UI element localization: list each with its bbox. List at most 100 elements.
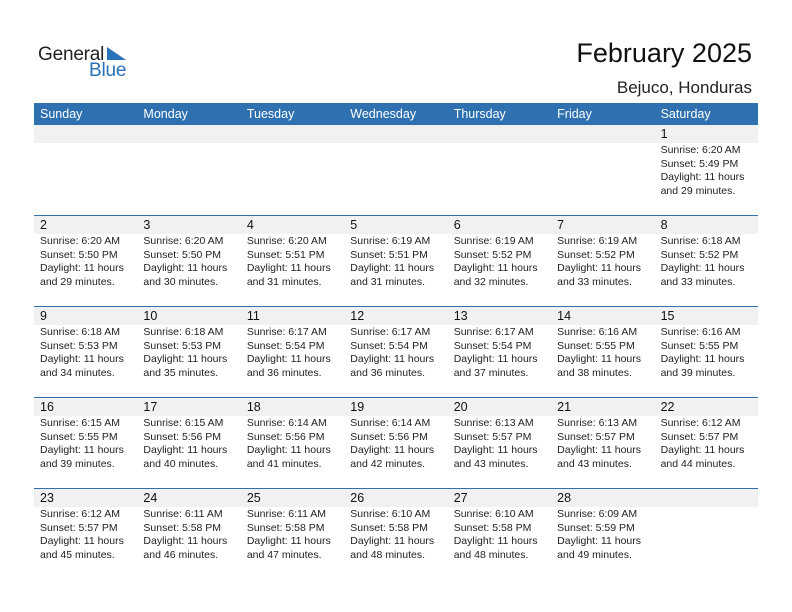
sunrise-time: Sunrise: 6:20 AM xyxy=(246,235,327,247)
daylight-minutes: and 30 minutes. xyxy=(143,275,219,288)
sunrise-time: Sunrise: 6:14 AM xyxy=(246,417,327,429)
day-number: 21 xyxy=(551,398,655,416)
sunrise-time: Sunrise: 6:15 AM xyxy=(40,417,120,429)
day-cell: 24 Sunrise: 6:11 AM Sunset: 5:58 PM Dayligh… xyxy=(137,489,241,579)
sunset-time: Sunset: 5:59 PM xyxy=(557,521,635,534)
sunset-time: Sunset: 5:53 PM xyxy=(143,339,222,352)
weekday-header: Sunday Monday Tuesday Wednesday Thursday… xyxy=(34,103,758,125)
daylight-minutes: and 48 minutes. xyxy=(453,548,529,561)
day-number xyxy=(34,125,138,143)
daylight-minutes: and 41 minutes. xyxy=(246,457,322,470)
sunrise-time: Sunrise: 6:09 AM xyxy=(557,508,638,520)
empty-day-cell xyxy=(137,125,241,215)
sunset-time: Sunset: 5:56 PM xyxy=(350,430,428,443)
daylight-hours: Daylight: 11 hours xyxy=(660,353,745,365)
day-cell: 1 Sunrise: 6:20 AM Sunset: 5:49 PM Daylight… xyxy=(654,125,758,215)
sunset-time: Sunset: 5:54 PM xyxy=(246,339,325,352)
daylight-hours: Daylight: 11 hours xyxy=(40,262,124,274)
day-cell: 21 Sunrise: 6:13 AM Sunset: 5:57 PM Dayligh… xyxy=(551,398,655,488)
sunset-time: Sunset: 5:58 PM xyxy=(246,521,325,534)
day-cell: 9 Sunrise: 6:18 AM Sunset: 5:53 PM Daylight… xyxy=(34,307,138,397)
day-number: 20 xyxy=(447,398,552,416)
day-cell: 23 Sunrise: 6:12 AM Sunset: 5:57 PM Dayligh… xyxy=(34,489,138,579)
daylight-minutes: and 43 minutes. xyxy=(557,457,632,470)
weekday-monday: Monday xyxy=(143,107,188,121)
calendar: Sunday Monday Tuesday Wednesday Thursday… xyxy=(34,103,758,579)
day-number: 11 xyxy=(240,307,345,325)
sun-info: Sunrise: 6:14 AM Sunset: 5:56 PM Daylight:… xyxy=(344,416,447,471)
day-number xyxy=(551,125,655,143)
sunset-time: Sunset: 5:57 PM xyxy=(660,430,739,443)
daylight-hours: Daylight: 11 hours xyxy=(660,171,745,183)
sun-info: Sunrise: 6:18 AM Sunset: 5:53 PM Daylight:… xyxy=(137,325,240,380)
daylight-minutes: and 47 minutes. xyxy=(246,548,322,561)
daylight-minutes: and 36 minutes. xyxy=(246,366,322,379)
sunrise-time: Sunrise: 6:18 AM xyxy=(143,326,224,338)
sunset-time: Sunset: 5:57 PM xyxy=(557,430,635,443)
daylight-hours: Daylight: 11 hours xyxy=(453,353,538,365)
daylight-hours: Daylight: 11 hours xyxy=(246,444,331,456)
daylight-hours: Daylight: 11 hours xyxy=(660,444,745,456)
sunrise-time: Sunrise: 6:13 AM xyxy=(557,417,638,429)
sunset-time: Sunset: 5:52 PM xyxy=(660,248,739,261)
day-cell: 26 Sunrise: 6:10 AM Sunset: 5:58 PM Dayligh… xyxy=(344,489,448,579)
day-cell: 8 Sunrise: 6:18 AM Sunset: 5:52 PM Daylight… xyxy=(654,216,758,306)
sunrise-time: Sunrise: 6:12 AM xyxy=(40,508,120,520)
day-number: 14 xyxy=(551,307,655,325)
sunrise-time: Sunrise: 6:17 AM xyxy=(246,326,327,338)
sunrise-time: Sunrise: 6:18 AM xyxy=(40,326,120,338)
sunset-time: Sunset: 5:51 PM xyxy=(350,248,428,261)
empty-day-cell xyxy=(447,125,552,215)
daylight-minutes: and 31 minutes. xyxy=(350,275,425,288)
day-number xyxy=(240,125,345,143)
sunset-time: Sunset: 5:54 PM xyxy=(350,339,428,352)
daylight-minutes: and 43 minutes. xyxy=(453,457,529,470)
day-number: 28 xyxy=(551,489,655,507)
daylight-hours: Daylight: 11 hours xyxy=(557,444,641,456)
weekday-saturday: Saturday xyxy=(660,107,711,121)
sunset-time: Sunset: 5:53 PM xyxy=(40,339,118,352)
day-cell: 10 Sunrise: 6:18 AM Sunset: 5:53 PM Dayligh… xyxy=(137,307,241,397)
day-number xyxy=(137,125,241,143)
daylight-minutes: and 35 minutes. xyxy=(143,366,219,379)
day-cell: 15 Sunrise: 6:16 AM Sunset: 5:55 PM Dayligh… xyxy=(654,307,758,397)
day-cell: 2 Sunrise: 6:20 AM Sunset: 5:50 PM Daylight… xyxy=(34,216,138,306)
sunset-time: Sunset: 5:50 PM xyxy=(143,248,222,261)
weekday-tuesday: Tuesday xyxy=(246,107,295,121)
daylight-minutes: and 39 minutes. xyxy=(660,366,736,379)
daylight-hours: Daylight: 11 hours xyxy=(557,262,641,274)
daylight-hours: Daylight: 11 hours xyxy=(453,444,538,456)
day-cell: 7 Sunrise: 6:19 AM Sunset: 5:52 PM Daylight… xyxy=(551,216,655,306)
sun-info: Sunrise: 6:13 AM Sunset: 5:57 PM Daylight:… xyxy=(448,416,551,471)
daylight-minutes: and 42 minutes. xyxy=(350,457,425,470)
empty-day-cell xyxy=(34,125,138,215)
day-number: 13 xyxy=(447,307,552,325)
daylight-hours: Daylight: 11 hours xyxy=(350,535,435,547)
sunrise-time: Sunrise: 6:16 AM xyxy=(660,326,741,338)
sun-info: Sunrise: 6:20 AM Sunset: 5:49 PM Daylight:… xyxy=(655,143,758,198)
daylight-hours: Daylight: 11 hours xyxy=(453,262,538,274)
calendar-weeks: 1 Sunrise: 6:20 AM Sunset: 5:49 PM Daylight… xyxy=(34,125,758,579)
sun-info: Sunrise: 6:19 AM Sunset: 5:51 PM Daylight:… xyxy=(344,234,447,289)
daylight-minutes: and 45 minutes. xyxy=(40,548,115,561)
day-number-empty xyxy=(654,489,758,507)
daylight-hours: Daylight: 11 hours xyxy=(557,353,641,365)
daylight-minutes: and 29 minutes. xyxy=(660,184,736,197)
calendar-week-row: 16 Sunrise: 6:15 AM Sunset: 5:55 PM Dayligh… xyxy=(34,397,758,488)
sun-info: Sunrise: 6:13 AM Sunset: 5:57 PM Daylight:… xyxy=(551,416,654,471)
day-cell: 19 Sunrise: 6:14 AM Sunset: 5:56 PM Dayligh… xyxy=(344,398,448,488)
sun-info: Sunrise: 6:12 AM Sunset: 5:57 PM Daylight:… xyxy=(655,416,758,471)
sunrise-time: Sunrise: 6:10 AM xyxy=(350,508,431,520)
calendar-week-row: 23 Sunrise: 6:12 AM Sunset: 5:57 PM Dayligh… xyxy=(34,488,758,579)
sunset-time: Sunset: 5:58 PM xyxy=(143,521,222,534)
sun-info: Sunrise: 6:10 AM Sunset: 5:58 PM Daylight:… xyxy=(448,507,551,562)
sunrise-time: Sunrise: 6:14 AM xyxy=(350,417,431,429)
logo: General Blue xyxy=(38,44,138,81)
sunrise-time: Sunrise: 6:12 AM xyxy=(660,417,741,429)
daylight-minutes: and 39 minutes. xyxy=(40,457,115,470)
daylight-hours: Daylight: 11 hours xyxy=(143,262,228,274)
sunset-time: Sunset: 5:56 PM xyxy=(246,430,325,443)
daylight-hours: Daylight: 11 hours xyxy=(246,262,331,274)
location-subtitle: Bejuco, Honduras xyxy=(616,78,752,97)
sunrise-time: Sunrise: 6:16 AM xyxy=(557,326,638,338)
